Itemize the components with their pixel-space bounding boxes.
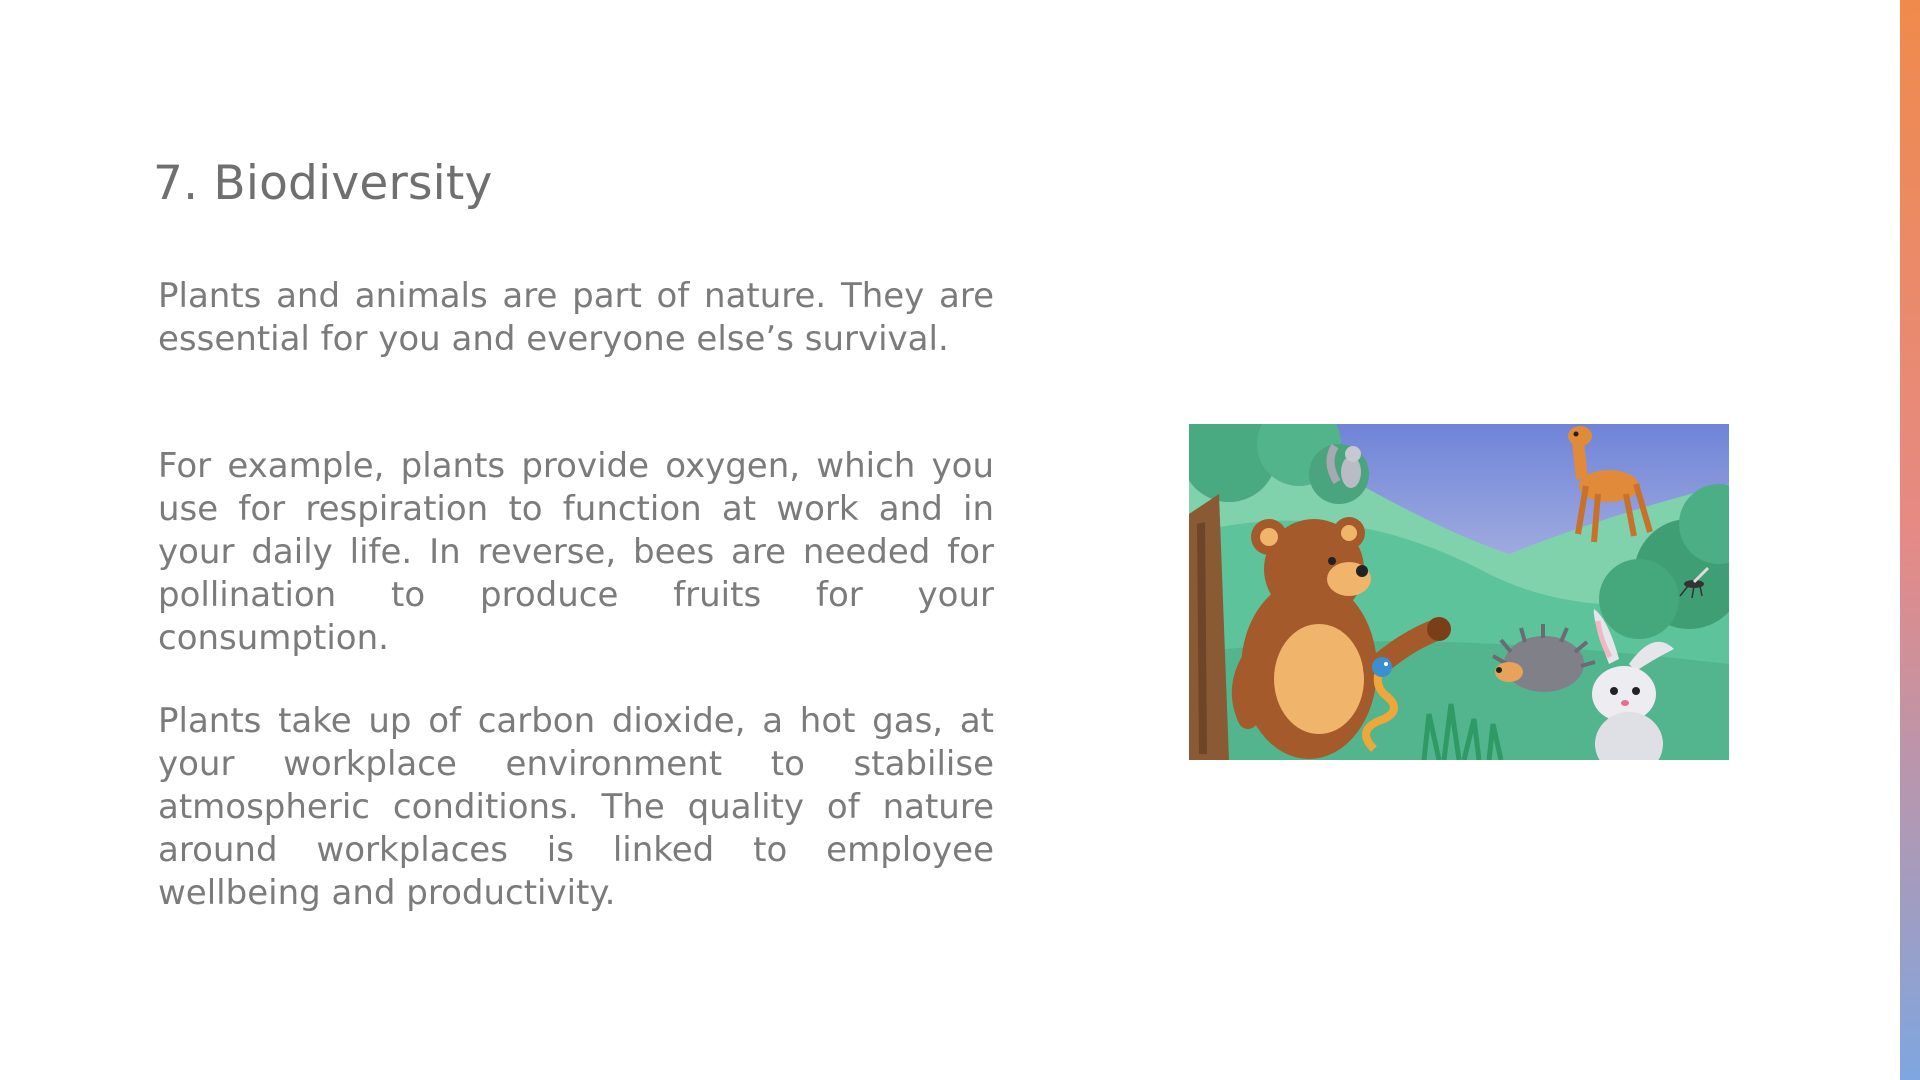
slide: 7. Biodiversity Plants and animals are p… xyxy=(0,0,1920,1080)
paragraph-example: For example, plants provide oxygen, whic… xyxy=(158,446,994,658)
paragraph-carbon: Plants take up of carbon dioxide, a hot … xyxy=(158,701,994,913)
forest-animals-illustration xyxy=(1189,424,1729,760)
slide-title: 7. Biodiversity xyxy=(153,156,493,211)
squirrel-icon xyxy=(1326,443,1361,488)
paragraph-intro: Plants and animals are part of nature. T… xyxy=(158,276,994,359)
gradient-accent-bar xyxy=(1900,0,1920,1080)
